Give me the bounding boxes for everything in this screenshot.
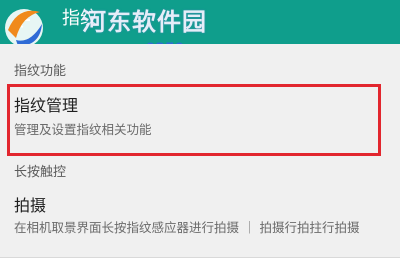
section-header-fingerprint-functions: 指纹功能 bbox=[14, 64, 67, 79]
watermark-site-name: 河东软件园 bbox=[82, 8, 207, 36]
shoot-title: 拍摄 bbox=[14, 196, 47, 215]
section-header-long-press: 长按触控 bbox=[14, 165, 67, 180]
highlight-annotation-box bbox=[7, 84, 381, 156]
shoot-summary: 在相机取景界面长按指纹感应器进行拍摄 ｜ 拍摄行拍拄行拍摄 bbox=[14, 220, 360, 235]
